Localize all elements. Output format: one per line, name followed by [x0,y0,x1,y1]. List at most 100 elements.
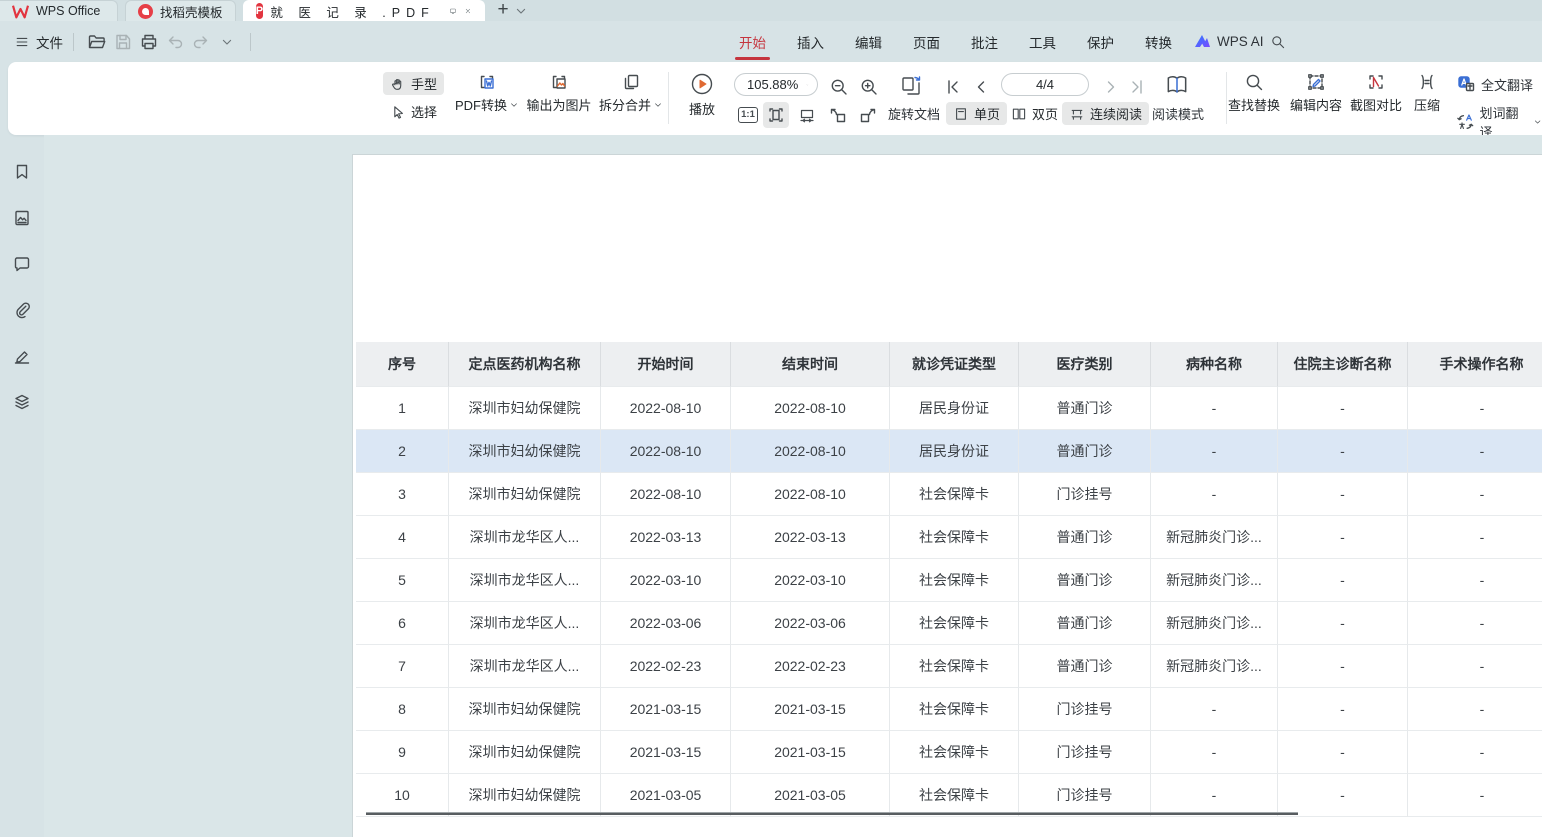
more-quick-tools-button[interactable] [214,30,240,54]
continuous-read-button[interactable]: 连续阅读 [1062,102,1149,125]
wps-ai-button[interactable]: WPS AI [1194,34,1264,49]
thumbnail-image-icon [12,208,32,228]
table-cell: 新冠肺炎门诊... [1151,559,1278,602]
table-cell: 新冠肺炎门诊... [1151,602,1278,645]
table-cell: - [1408,473,1542,516]
chevron-down-icon [509,100,519,110]
zoom-out-icon [829,77,849,97]
table-cell: 门诊挂号 [1019,774,1151,817]
rotate-right-icon [858,105,878,125]
table-cell: - [1278,387,1408,430]
continuous-read-icon [1069,106,1085,122]
menu-item-tools[interactable]: 工具 [1028,21,1057,62]
menu-bar: 文件 开始 插入 编辑 页面 批注 工具 [0,21,1542,62]
search-icon [1270,34,1286,50]
first-page-button[interactable] [940,74,966,100]
export-image-button[interactable]: 输出为图片 [524,72,594,114]
tab-list-chevron-icon[interactable] [513,3,529,19]
fit-width-button[interactable] [794,102,820,128]
screenshot-compare-icon [1366,72,1386,92]
menubar-search-button[interactable] [1270,34,1286,50]
pdf-convert-button[interactable]: PDF转换 [456,72,518,114]
compress-button[interactable]: 压缩 [1406,72,1448,114]
print-button[interactable] [136,30,162,54]
table-cell: 深圳市龙华区人... [449,602,601,645]
read-book-icon [1164,72,1190,98]
table-cell: - [1278,602,1408,645]
chevron-down-icon [1533,117,1542,127]
table-row: 2深圳市妇幼保健院2022-08-102022-08-10居民身份证普通门诊--… [356,430,1542,473]
next-page-button[interactable] [1098,74,1124,100]
screen-cast-icon[interactable] [449,3,457,19]
new-tab-button[interactable]: + [498,0,509,19]
menu-item-home[interactable]: 开始 [738,21,767,62]
last-page-icon [1127,77,1147,97]
signature-panel-button[interactable] [9,343,35,369]
tab-label: 找稻壳模板 [160,2,223,21]
table-cell: 深圳市妇幼保健院 [449,774,601,817]
select-tool-label: 选择 [411,102,437,121]
thumbnails-panel-button[interactable] [9,205,35,231]
menu-item-edit[interactable]: 编辑 [854,21,883,62]
read-mode-button[interactable]: 阅读模式 [1152,104,1204,123]
chevron-down-icon [806,80,809,90]
single-page-button[interactable]: 单页 [946,102,1007,125]
select-tool-icon [390,104,406,120]
pdf-convert-icon [477,72,497,92]
table-cell: - [1151,387,1278,430]
zoom-in-button[interactable] [856,74,882,100]
menu-item-convert[interactable]: 转换 [1144,21,1173,62]
table-cell: 8 [356,688,449,731]
table-cell: - [1151,473,1278,516]
table-cell: 门诊挂号 [1019,473,1151,516]
hand-tool-button[interactable]: 手型 [383,72,444,95]
open-file-button[interactable] [84,30,110,54]
word-translate-icon [1456,112,1475,132]
zoom-level-select[interactable]: 105.88% [734,73,818,96]
table-cell: 社会保障卡 [890,559,1019,602]
redo-button[interactable] [188,30,214,54]
full-translate-button[interactable]: 全文翻译 [1456,74,1533,94]
rotate-right-button[interactable] [855,102,881,128]
table-row: 4深圳市龙华区人...2022-03-132022-03-13社会保障卡普通门诊… [356,516,1542,559]
table-row: 8深圳市妇幼保健院2021-03-152021-03-15社会保障卡门诊挂号--… [356,688,1542,731]
menu-item-protect[interactable]: 保护 [1086,21,1115,62]
table-cell: 普通门诊 [1019,645,1151,688]
undo-button[interactable] [162,30,188,54]
comments-panel-button[interactable] [9,251,35,277]
layers-icon [12,392,32,412]
pdf-page[interactable]: 序号定点医药机构名称开始时间结束时间就诊凭证类型医疗类别病种名称住院主诊断名称手… [352,154,1542,837]
find-replace-icon [1244,72,1264,92]
actual-size-button[interactable]: 1:1 [735,102,761,128]
save-button[interactable] [110,30,136,54]
menu-item-annotate[interactable]: 批注 [970,21,999,62]
attachments-panel-button[interactable] [9,297,35,323]
menu-item-insert[interactable]: 插入 [796,21,825,62]
rotate-pages-button[interactable] [896,72,926,100]
table-row: 7深圳市龙华区人...2022-02-232022-02-23社会保障卡普通门诊… [356,645,1542,688]
table-cell: - [1408,559,1542,602]
rotate-doc-button[interactable]: 旋转文档 [888,104,940,123]
file-menu-button[interactable]: 文件 [14,32,63,52]
split-merge-button[interactable]: 拆分合并 [598,72,664,114]
double-page-label: 双页 [1032,104,1058,123]
edit-content-button[interactable]: 编辑内容 [1288,72,1344,114]
document-canvas[interactable]: 序号定点医药机构名称开始时间结束时间就诊凭证类型医疗类别病种名称住院主诊断名称手… [44,135,1542,837]
menu-item-page[interactable]: 页面 [912,21,941,62]
find-replace-button[interactable]: 查找替换 [1226,72,1282,114]
fit-page-button[interactable] [763,102,789,128]
close-tab-icon[interactable] [464,3,472,19]
select-tool-button[interactable]: 选择 [383,100,444,123]
zoom-out-button[interactable] [826,74,852,100]
rotate-left-button[interactable] [825,102,851,128]
bookmarks-panel-button[interactable] [9,159,35,185]
page-indicator-input[interactable] [1001,73,1089,96]
layers-panel-button[interactable] [9,389,35,415]
tab-docer-templates[interactable]: 找稻壳模板 [125,0,236,21]
prev-page-button[interactable] [968,74,994,100]
last-page-button[interactable] [1124,74,1150,100]
screenshot-compare-button[interactable]: 截图对比 [1348,72,1404,114]
tab-wps-office[interactable]: WPS Office [0,0,118,21]
play-slideshow-button[interactable]: 播放 [680,72,724,118]
tab-document-pdf[interactable]: P 就 医 记 录 .PDF [243,0,485,21]
